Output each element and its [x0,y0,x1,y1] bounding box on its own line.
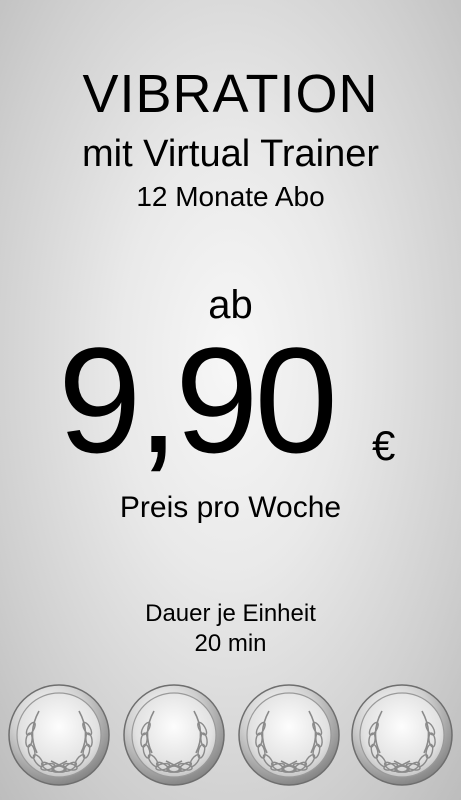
duration-label: Dauer je Einheit [0,600,461,628]
price-label: Preis pro Woche [0,490,461,526]
medal-row [0,683,461,793]
offer-subtitle: mit Virtual Trainer [0,132,461,176]
price-block: 9,90 € [0,325,461,475]
laurel-medal-icon [237,683,341,787]
laurel-medal-icon [122,683,226,787]
currency-symbol: € [372,425,395,467]
price-value: 9,90 [58,325,334,475]
duration-value: 20 min [0,630,461,658]
laurel-medal-icon [350,683,454,787]
offer-title: VIBRATION [0,62,461,126]
plan-duration: 12 Monate Abo [0,180,461,214]
laurel-medal-icon [7,683,111,787]
